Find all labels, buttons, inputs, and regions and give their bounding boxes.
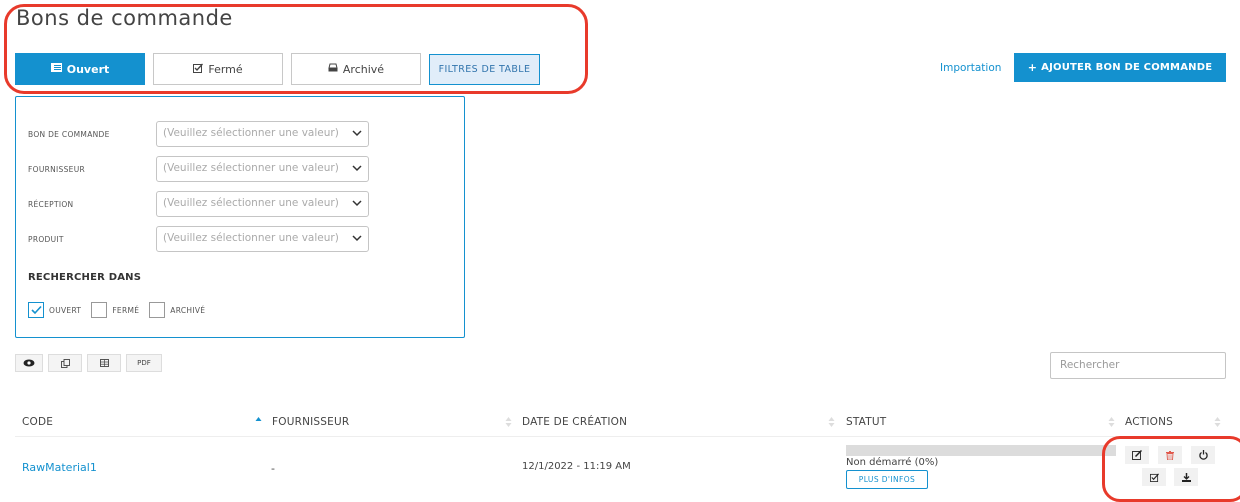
checkbox-label: OUVERT <box>49 305 82 315</box>
sort-asc-icon[interactable] <box>255 415 262 429</box>
export-toolbar: PDF <box>15 354 167 372</box>
status-progress-bar <box>846 445 1116 456</box>
table-filters-button[interactable]: FILTRES DE TABLE <box>429 54 540 85</box>
more-info-button[interactable]: PLUS D'INFOS <box>846 470 928 489</box>
tab-ouvert[interactable]: Ouvert <box>15 53 145 85</box>
status-text: Non démarré (0%) <box>846 457 939 468</box>
add-button-label: AJOUTER BON DE COMMANDE <box>1041 62 1213 73</box>
checkbox-label: FERMÉ <box>112 305 140 315</box>
filter-row-reception: RÉCEPTION (Veuillez sélectionner une val… <box>28 191 458 217</box>
supplier-select[interactable]: (Veuillez sélectionner une valeur) <box>156 156 369 182</box>
table-icon <box>99 359 109 367</box>
supplier-cell: - <box>271 462 275 475</box>
chevron-down-icon <box>352 130 362 137</box>
sort-icon[interactable] <box>828 415 835 429</box>
power-icon <box>1198 450 1208 460</box>
column-header-supplier[interactable]: FOURNISSEUR <box>272 416 349 428</box>
excel-export-button[interactable] <box>87 354 121 372</box>
sort-icon[interactable] <box>1108 415 1115 429</box>
checkmark-icon <box>31 305 42 315</box>
receive-button[interactable] <box>1142 468 1166 486</box>
check-square-icon <box>193 63 204 76</box>
tab-ferme[interactable]: Fermé <box>153 53 283 85</box>
select-placeholder: (Veuillez sélectionner une valeur) <box>163 197 339 209</box>
column-visibility-button[interactable] <box>15 354 43 372</box>
close-order-button[interactable] <box>1191 446 1215 464</box>
eye-icon <box>23 359 35 367</box>
copy-icon <box>60 358 70 368</box>
column-header-code[interactable]: CODE <box>22 416 53 428</box>
chevron-down-icon <box>352 235 362 242</box>
download-icon <box>1181 472 1191 482</box>
checkbox-archived[interactable] <box>149 302 166 318</box>
download-button[interactable] <box>1174 468 1198 486</box>
checkbox-closed[interactable] <box>91 302 108 318</box>
tab-label: Fermé <box>208 62 243 76</box>
tab-archive[interactable]: Archivé <box>291 53 421 85</box>
tab-label: Archivé <box>342 62 385 76</box>
reception-select[interactable]: (Veuillez sélectionner une valeur) <box>156 191 369 217</box>
filter-label: BON DE COMMANDE <box>28 130 110 139</box>
edit-icon <box>1132 450 1142 460</box>
sort-icon[interactable] <box>1214 415 1221 429</box>
created-date-cell: 12/1/2022 - 11:19 AM <box>522 461 631 472</box>
filter-label: PRODUIT <box>28 235 64 244</box>
column-header-created[interactable]: DATE DE CRÉATION <box>522 416 627 428</box>
code-link[interactable]: RawMaterial1 <box>22 461 97 474</box>
search-input[interactable]: Rechercher <box>1050 352 1226 379</box>
search-in-title: RECHERCHER DANS <box>28 272 142 283</box>
select-placeholder: (Veuillez sélectionner une valeur) <box>163 127 339 139</box>
filter-row-purchase-order: BON DE COMMANDE (Veuillez sélectionner u… <box>28 121 458 147</box>
pdf-export-button[interactable]: PDF <box>126 354 162 372</box>
purchase-order-select[interactable]: (Veuillez sélectionner une valeur) <box>156 121 369 147</box>
copy-button[interactable] <box>48 354 82 372</box>
column-header-status[interactable]: STATUT <box>846 416 886 428</box>
add-purchase-order-button[interactable]: + AJOUTER BON DE COMMANDE <box>1014 53 1226 82</box>
check-square-icon <box>1149 473 1159 482</box>
table-row: RawMaterial1 - 12/1/2022 - 11:19 AM Non … <box>15 437 1225 502</box>
trash-icon <box>1166 450 1174 460</box>
chevron-down-icon <box>352 200 362 207</box>
page-title: Bons de commande <box>16 6 233 30</box>
delete-button[interactable] <box>1158 446 1182 464</box>
tab-label: Ouvert <box>66 62 110 76</box>
checkbox-open[interactable] <box>28 302 44 318</box>
chevron-down-icon <box>352 165 362 172</box>
product-select[interactable]: (Veuillez sélectionner une valeur) <box>156 226 369 252</box>
status-tabs: Ouvert Fermé Archivé FILTRES DE TABLE <box>15 53 540 85</box>
filter-row-product: PRODUIT (Veuillez sélectionner une valeu… <box>28 226 458 252</box>
select-placeholder: (Veuillez sélectionner une valeur) <box>163 232 339 244</box>
checkbox-label: ARCHIVÉ <box>170 305 206 315</box>
list-icon <box>50 63 62 75</box>
search-in-checkboxes: OUVERT FERMÉ ARCHIVÉ <box>28 302 215 318</box>
import-link[interactable]: Importation <box>940 62 1001 74</box>
inbox-icon <box>328 63 338 75</box>
sort-icon[interactable] <box>505 415 512 429</box>
plus-icon: + <box>1027 61 1038 74</box>
row-actions <box>1121 444 1219 490</box>
filter-row-supplier: FOURNISSEUR (Veuillez sélectionner une v… <box>28 156 458 182</box>
filter-panel: BON DE COMMANDE (Veuillez sélectionner u… <box>15 96 465 338</box>
filter-label: FOURNISSEUR <box>28 165 86 174</box>
table-header: CODE FOURNISSEUR DATE DE CRÉATION STATUT… <box>15 413 1225 437</box>
edit-button[interactable] <box>1125 446 1149 464</box>
column-header-actions[interactable]: ACTIONS <box>1125 416 1173 428</box>
select-placeholder: (Veuillez sélectionner une valeur) <box>163 162 339 174</box>
filter-label: RÉCEPTION <box>28 200 74 209</box>
